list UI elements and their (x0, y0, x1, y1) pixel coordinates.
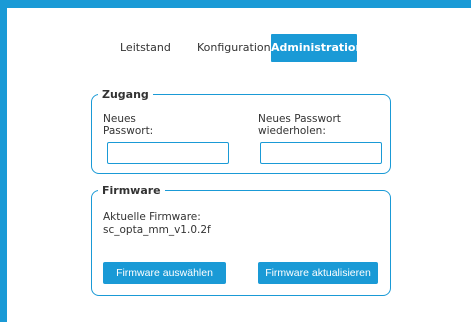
tab-administration[interactable]: Administration (271, 34, 363, 62)
current-firmware-label: Aktuelle Firmware: (103, 211, 201, 223)
zugang-legend: Zugang (102, 88, 149, 101)
update-firmware-button[interactable]: Firmware aktualisieren (258, 262, 378, 284)
repeat-password-label: Neues Passwort wiederholen: (258, 113, 341, 137)
new-password-label: Neues Passwort: (103, 113, 154, 137)
tab-konfiguration[interactable]: Konfiguration (197, 34, 271, 62)
repeat-password-input[interactable] (260, 142, 382, 164)
firmware-legend: Firmware (102, 184, 161, 197)
new-password-input[interactable] (107, 142, 229, 164)
top-border (0, 0, 471, 8)
select-firmware-button[interactable]: Firmware auswählen (103, 262, 226, 284)
current-firmware-version: sc_opta_mm_v1.0.2f (103, 224, 211, 236)
tab-leitstand[interactable]: Leitstand (120, 34, 171, 62)
main-nav: Leitstand Konfiguration Administration (0, 34, 471, 62)
